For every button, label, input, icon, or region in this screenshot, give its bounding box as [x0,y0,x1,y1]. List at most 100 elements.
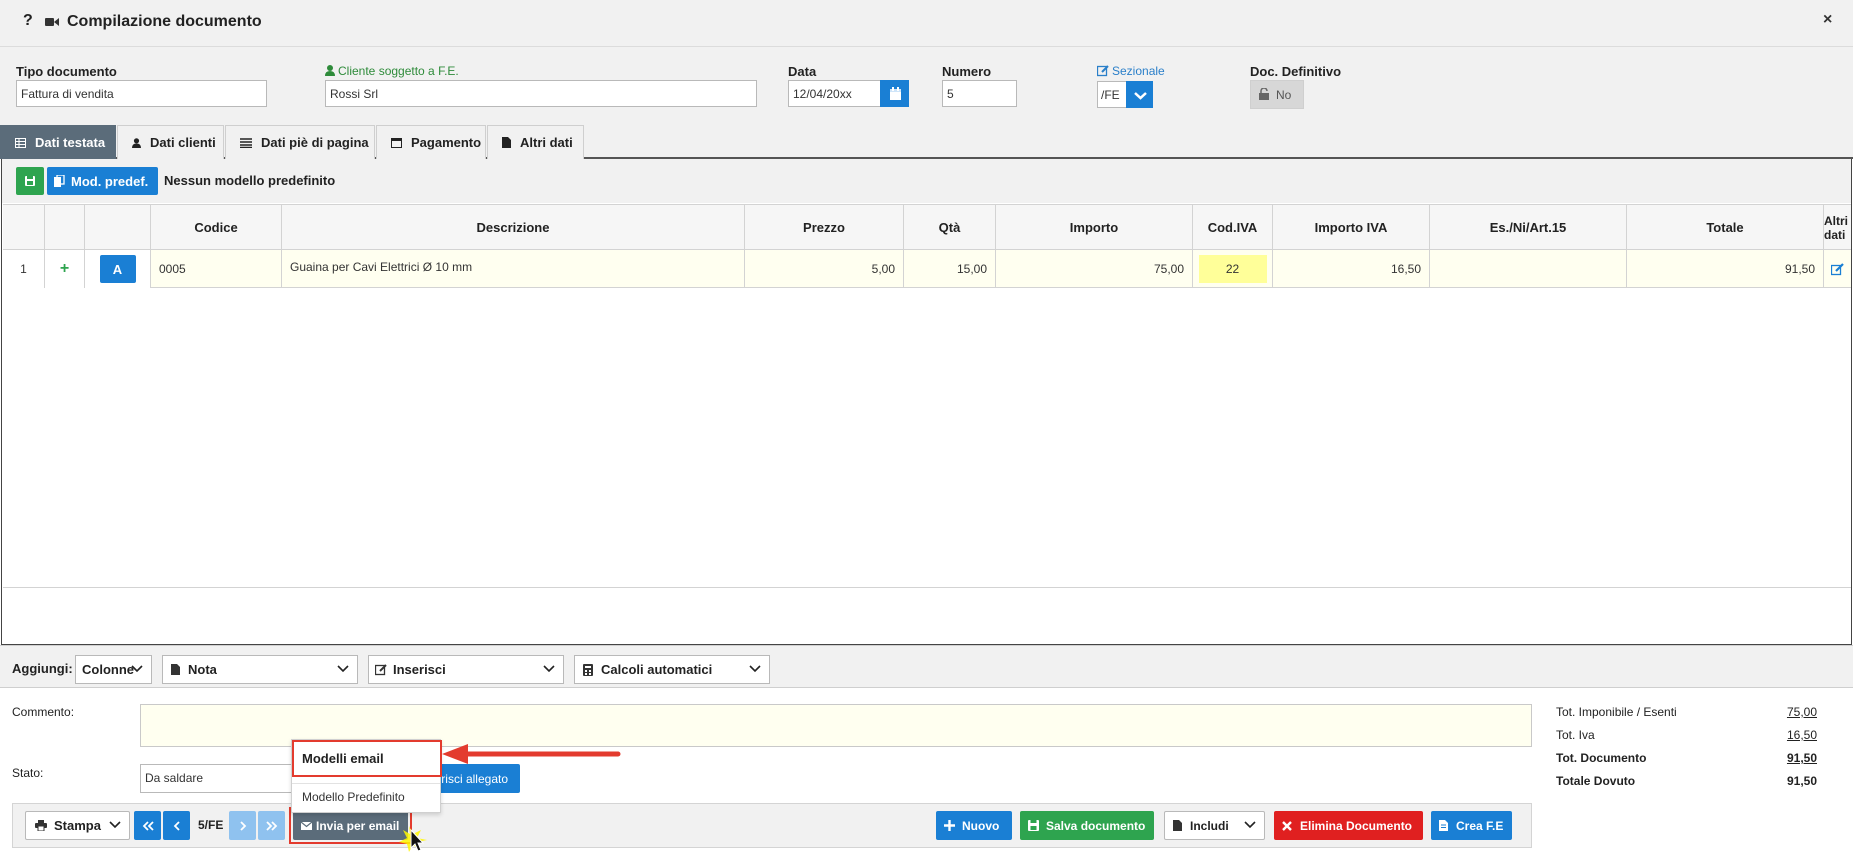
invia-email-button[interactable]: Invia per email [293,811,408,840]
nota-select[interactable]: Nota [162,655,358,684]
prezzo-cell[interactable]: 5,00 [745,250,904,288]
main-panel: Mod. predef. Nessun modello predefinito … [1,159,1852,645]
data-field[interactable]: 12/04/20xx [788,80,881,107]
inserisci-label: Inserisci [393,662,446,677]
total-label: Tot. Iva [1556,728,1595,742]
sezionale-field[interactable]: /FE [1097,81,1127,108]
esenzione-cell[interactable] [1430,250,1627,288]
table-bottom-divider [3,587,1851,588]
qta-cell[interactable]: 15,00 [904,250,996,288]
stato-label: Stato: [12,766,44,780]
menu-divider [292,783,440,784]
includi-label: Includi [1190,818,1229,833]
save-model-button[interactable] [16,167,44,195]
total-label: Totale Dovuto [1556,774,1636,788]
cliente-label: Cliente soggetto a F.E. [338,64,459,78]
tab-altri-dati[interactable]: Altri dati [487,125,584,159]
importo-iva-cell: 16,50 [1273,250,1430,288]
tab-label: Dati piè di pagina [261,135,369,150]
tab-label: Pagamento [411,135,482,150]
sezionale-label: Sezionale [1112,64,1165,78]
first-record-button[interactable] [134,811,161,840]
total-label: Tot. Documento [1556,751,1647,765]
action-bar: Stampa 5/FE Invia per email Nuovo Salva … [12,803,1532,852]
row-toolbar: Mod. predef. Nessun modello predefinito [2,159,1851,203]
times-icon [1282,820,1292,831]
sezionale-dropdown-button[interactable] [1126,81,1153,108]
close-icon[interactable]: × [1823,11,1832,29]
descrizione-cell[interactable]: Guaina per Cavi Elettrici Ø 10 mm [282,250,745,288]
stampa-label: Stampa [54,818,101,833]
copy-icon [54,175,65,187]
tab-pagamento[interactable]: Pagamento [376,125,486,159]
lock-icon [1259,88,1269,100]
chevron-down-icon [749,665,761,673]
last-record-button[interactable] [258,811,285,840]
row-type-button[interactable]: A [99,255,136,283]
crea-fe-button[interactable]: Crea F.E [1431,811,1512,840]
menu-item-modello-predefinito[interactable]: Modello Predefinito [302,790,405,804]
tab-dati-pie-di-pagina[interactable]: Dati piè di pagina [225,125,375,159]
tab-dati-testata[interactable]: Dati testata [0,125,116,159]
aggiungi-label: Aggiungi: [12,661,73,676]
cod-iva-value[interactable]: 22 [1198,255,1267,283]
video-camera-icon [45,17,59,27]
user-icon [132,137,141,148]
doc-definitivo-toggle[interactable]: No [1250,80,1304,109]
colonne-select[interactable]: Colonne [75,655,152,684]
commento-label: Commento: [12,705,75,719]
title-bar: ? Compilazione documento × [0,0,1853,47]
file-icon [1439,820,1448,831]
add-row-button[interactable]: + [45,250,85,288]
calcoli-automatici-select[interactable]: Calcoli automatici [574,655,770,684]
codice-cell[interactable]: 0005 [151,250,282,288]
inserisci-select[interactable]: Inserisci [368,655,564,684]
calendar-button[interactable] [880,80,909,107]
help-icon[interactable]: ? [23,12,33,30]
next-record-button[interactable] [229,811,256,840]
col-header-cod-iva: Cod.IVA [1193,205,1273,250]
double-chevron-right-icon [265,820,277,831]
total-value: 91,50 [1786,774,1817,788]
email-templates-menu: Modelli email Modello Predefinito [291,739,442,813]
col-header-descrizione: Descrizione [282,205,745,250]
print-icon [35,820,47,831]
calculator-icon [583,663,593,676]
cod-iva-cell[interactable]: 22 [1193,250,1273,288]
document-header-form: Tipo documento Fattura di vendita Client… [0,47,1853,125]
double-chevron-left-icon [142,820,154,831]
chevron-down-icon [109,821,121,829]
total-value: 16,50 [1786,728,1817,742]
salva-documento-button[interactable]: Salva documento [1020,811,1154,840]
elimina-label: Elimina Documento [1300,818,1413,833]
table-icon [15,137,26,148]
stampa-button[interactable]: Stampa [25,811,130,840]
col-header-qta: Qtà [904,205,996,250]
tab-bar: Dati testata Dati clienti Dati piè di pa… [0,125,1853,159]
list-icon [240,137,252,148]
tab-label: Dati clienti [150,135,216,150]
chevron-down-icon [543,665,555,673]
stato-field[interactable]: Da saldare [140,764,300,793]
elimina-documento-button[interactable]: Elimina Documento [1274,811,1423,840]
col-header-altri-dati: Altri dati [1824,213,1848,242]
col-header-importo: Importo [996,205,1193,250]
cliente-field[interactable]: Rossi Srl [325,80,757,107]
numero-field[interactable]: 5 [942,80,1017,107]
table-row[interactable]: 1 + A 0005 Guaina per Cavi Elettrici Ø 1… [3,250,1851,288]
calendar-icon [391,137,402,148]
tab-dati-clienti[interactable]: Dati clienti [117,125,224,159]
mouse-cursor-icon [399,824,435,854]
edit-row-icon[interactable] [1824,250,1851,288]
nuovo-button[interactable]: Nuovo [936,811,1012,840]
row-type-cell: A [85,250,151,288]
total-value: 75,00 [1786,705,1817,719]
menu-header: Modelli email [302,751,384,766]
file-icon [1173,820,1182,831]
mod-predef-button[interactable]: Mod. predef. [47,167,158,195]
totale-cell: 91,50 [1627,250,1824,288]
prev-record-button[interactable] [163,811,190,840]
includi-button[interactable]: Includi [1164,811,1265,840]
tipo-documento-field[interactable]: Fattura di vendita [16,80,267,107]
tab-label: Altri dati [520,135,573,150]
